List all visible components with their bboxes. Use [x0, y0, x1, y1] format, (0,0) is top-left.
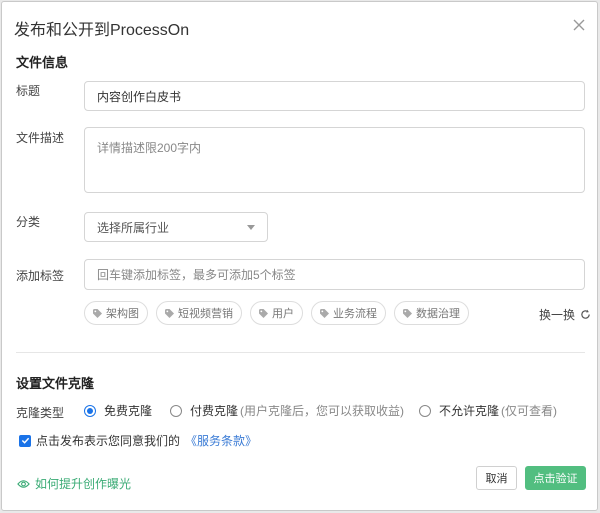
title-input[interactable]: 内容创作白皮书	[84, 81, 585, 111]
title-label: 标题	[16, 84, 41, 98]
agreement-checkbox[interactable]	[19, 434, 31, 447]
tags-label: 添加标签	[16, 269, 65, 283]
tag-label: 短视频营销	[178, 308, 233, 320]
file-info-heading: 文件信息	[16, 55, 69, 70]
clone-option-paid[interactable]: 付费克隆 (用户克隆后，您可以获取收益)	[170, 402, 404, 419]
category-select-value: 选择所属行业	[97, 220, 170, 235]
tag-chip[interactable]: 短视频营销	[156, 301, 242, 325]
radio-unselected[interactable]	[419, 404, 431, 417]
publish-dialog: 发布和公开到ProcessOn 文件信息 标题 内容创作白皮书 文件描述 详情描…	[1, 1, 598, 511]
clone-type-label: 克隆类型	[16, 406, 65, 420]
tag-chip[interactable]: 架构图	[84, 301, 148, 325]
tag-label: 架构图	[106, 308, 139, 320]
tag-chip[interactable]: 业务流程	[311, 301, 386, 325]
clone-option-none[interactable]: 不允许克隆 (仅可查看)	[419, 402, 557, 419]
terms-link[interactable]: 《服务条款》	[185, 432, 257, 449]
tags-input[interactable]: 回车键添加标签，最多可添加5个标签	[84, 259, 585, 290]
option-note: (仅可查看)	[501, 404, 558, 418]
category-label: 分类	[16, 215, 41, 229]
verify-button[interactable]: 点击验证	[525, 466, 586, 490]
category-select[interactable]: 选择所属行业	[84, 212, 268, 242]
exposure-help-link[interactable]: 如何提升创作曝光	[17, 475, 131, 492]
agreement-text: 点击发布表示您同意我们的	[36, 434, 181, 448]
tag-icon	[403, 308, 412, 318]
tag-icon	[320, 308, 329, 318]
refresh-icon	[581, 309, 590, 319]
refresh-label: 换一换	[539, 308, 576, 322]
close-icon[interactable]	[572, 18, 586, 32]
description-textarea[interactable]: 详情描述限200字内	[84, 127, 585, 193]
suggested-tags: 架构图 短视频营销 用户 业务流程 数据治理	[84, 301, 469, 325]
cancel-button[interactable]: 取消	[476, 466, 517, 490]
eye-icon	[17, 479, 30, 488]
radio-unselected[interactable]	[170, 404, 182, 417]
check-icon	[21, 437, 29, 444]
help-link-label: 如何提升创作曝光	[35, 477, 132, 491]
tag-chip[interactable]: 用户	[250, 301, 303, 325]
option-label: 不允许克隆	[439, 404, 500, 418]
radio-selected[interactable]	[84, 404, 96, 417]
refresh-tags-button[interactable]: 换一换	[539, 306, 591, 323]
clone-heading: 设置文件克隆	[16, 376, 95, 391]
tag-label: 业务流程	[333, 308, 377, 320]
clone-option-free[interactable]: 免费克隆	[84, 402, 152, 419]
section-divider	[16, 352, 585, 353]
tag-icon	[259, 308, 268, 318]
option-label: 付费克隆	[190, 404, 239, 418]
tag-chip[interactable]: 数据治理	[394, 301, 469, 325]
tag-label: 用户	[272, 308, 294, 320]
option-note: (用户克隆后，您可以获取收益)	[240, 404, 405, 418]
tag-icon	[165, 308, 174, 318]
agreement-row: 点击发布表示您同意我们的 《服务条款》	[19, 432, 257, 449]
tag-label: 数据治理	[416, 308, 460, 320]
option-label: 免费克隆	[104, 404, 153, 418]
chevron-down-icon	[247, 225, 255, 230]
description-label: 文件描述	[16, 131, 65, 145]
tag-icon	[93, 308, 102, 318]
dialog-title: 发布和公开到ProcessOn	[14, 22, 190, 39]
